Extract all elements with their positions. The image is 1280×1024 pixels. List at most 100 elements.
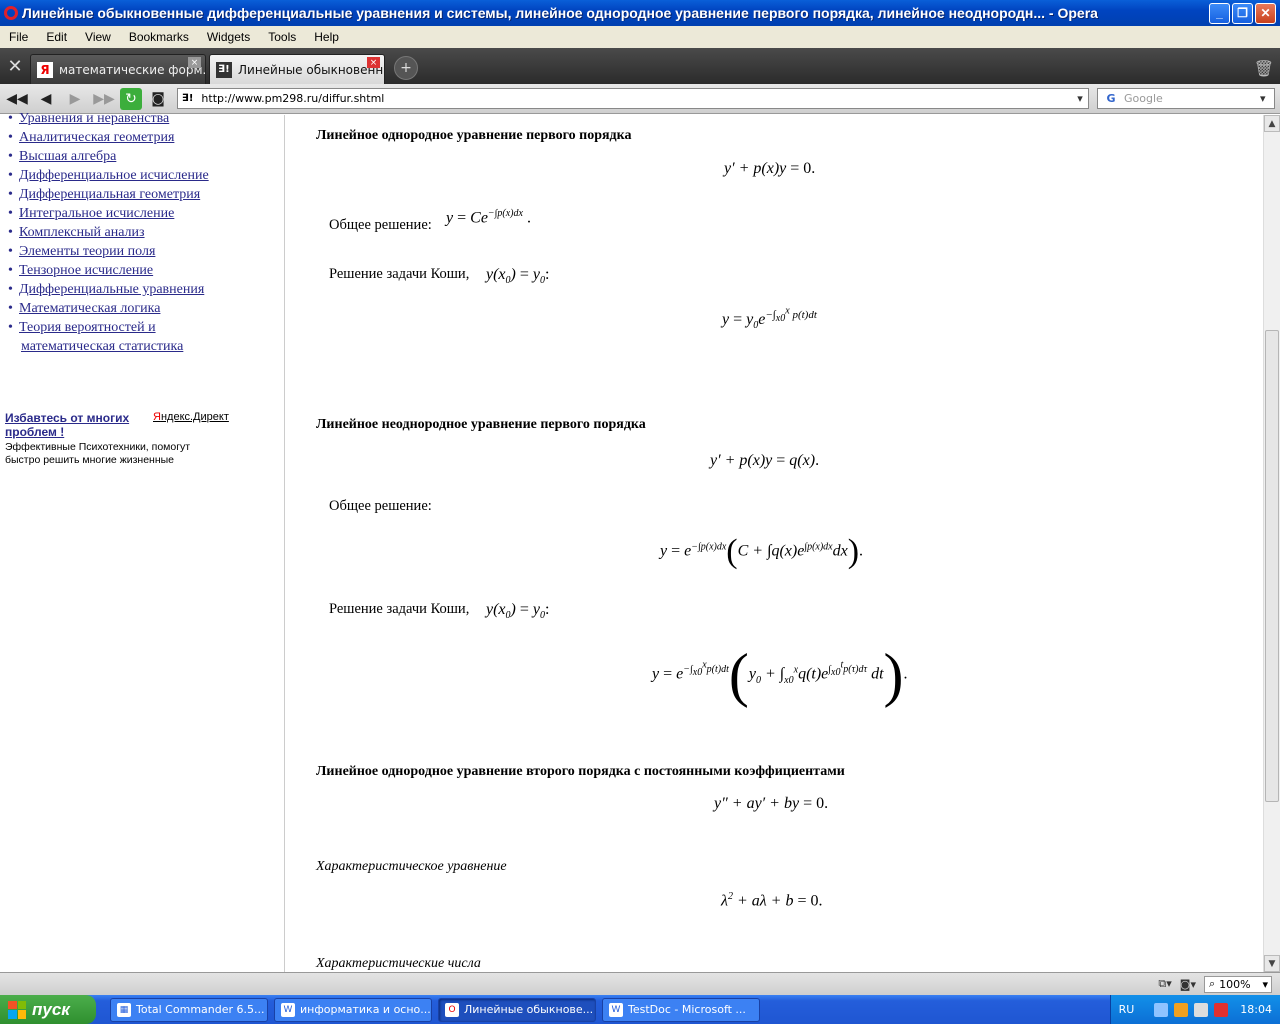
new-tab-button[interactable]: + [394,56,418,80]
sidebar-link[interactable]: Аналитическая геометрия [19,130,174,145]
sidebar-link[interactable]: Интегральное исчисление [19,206,174,221]
clock: 18:04 [1240,1003,1272,1016]
windows-logo-icon [8,1000,26,1019]
opera-icon: O [445,1002,459,1017]
sidebar-link[interactable]: Элементы теории поля [19,244,155,259]
list-item: • Аналитическая геометрия [8,130,175,145]
sidebar-link[interactable]: Дифференциальные уравнения [19,282,204,297]
list-item: • Дифференциальные уравнения [8,282,205,297]
chevron-down-icon[interactable]: ▾ [1072,92,1088,105]
trash-icon[interactable]: 🗑 [1254,59,1274,78]
tools-wrench-icon[interactable]: ✕ [0,48,30,84]
topic-list: • Уравнения и неравенства • Аналитическая … [8,109,209,356]
window-titlebar: Линейные обыкновенные дифференциальные у… [0,0,1280,26]
chevron-down-icon[interactable]: ▾ [1260,92,1274,105]
cauchy-label-1: Решение задачи Коши, [329,266,470,282]
scroll-thumb[interactable] [1265,330,1279,802]
list-item: • Высшая алгебра [8,149,117,164]
sidebar-link[interactable]: математическая статистика [21,339,183,354]
maximize-button[interactable]: ❐ [1232,2,1253,24]
formula-cauchy-1: y = y0e−∫x0x p(t)dt [722,305,817,332]
camera-icon[interactable]: ◙▾ [1180,978,1196,991]
taskbar: пуск ▦ Total Commander 6.5... Wинформатик… [0,995,1280,1024]
list-item: • Теория вероятностей и [8,320,156,335]
task-word-testdoc[interactable]: W TestDoc - Microsoft ... [602,997,760,1022]
ad-block: Избавтесь от многих проблем ! Яндекс.Дир… [5,411,275,467]
tab-yandex[interactable]: Я математические форм... × [30,54,206,84]
yandex-favicon-icon: Я [37,61,53,78]
tab-bar: ✕ Я математические форм... × ∃! Линейные… [0,48,1280,84]
fast-forward-icon[interactable]: ▶▶ [91,88,117,110]
task-label: Total Commander 6.5... [136,1003,265,1016]
site-icon: ∃! [182,93,194,104]
vertical-scrollbar[interactable]: ▲ ▼ [1263,115,1280,972]
ad-heading[interactable]: Избавтесь от многих проблем ! [5,411,140,439]
tab-close-icon[interactable]: × [367,57,380,68]
formula-general-solution-2: y = e−∫p(x)dx(C + ∫q(x)e∫p(x)dxdx). [660,533,864,570]
menu-widgets[interactable]: Widgets [198,30,259,44]
close-button[interactable]: ✕ [1255,2,1276,24]
antivirus-icon[interactable] [1214,1002,1229,1017]
google-icon[interactable]: G [1102,91,1120,107]
task-word-informatika[interactable]: Wинформатика и осно... [274,997,432,1022]
yandex-direct-link[interactable]: Яндекс.Директ [153,411,229,423]
sidebar-link[interactable]: Уравнения и неравенства [19,111,169,126]
rewind-icon[interactable]: ◀◀ [4,88,30,110]
list-item: • Математическая логика [8,301,161,316]
cauchy-label-2: Решение задачи Коши, [329,601,470,617]
sidebar: • Уравнения и неравенства • Аналитическая … [0,111,285,972]
status-bar: ⧉▾ ◙▾ ⌕ 100% ▾ [0,972,1280,995]
camera-icon[interactable]: ◙ [145,88,171,110]
zoom-level: 100% [1219,977,1251,991]
volume-icon[interactable] [1194,1002,1209,1017]
search-input[interactable]: G Google ▾ [1097,88,1275,109]
tab-close-icon[interactable]: × [188,57,201,68]
menu-tools[interactable]: Tools [259,30,305,44]
network-icon[interactable] [1154,1002,1169,1017]
list-item: • Тензорное исчисление [8,263,154,278]
heading-homogeneous: Линейное однородное уравнение первого по… [316,128,632,143]
zoom-control[interactable]: ⌕ 100% ▾ [1204,975,1272,993]
tab-diffur[interactable]: ∃! Линейные обыкновенн... × [209,54,385,84]
forward-icon[interactable]: ▶ [62,88,88,110]
list-item: • Элементы теории поля [8,244,156,259]
start-label: пуск [32,999,70,1019]
panel-toggle-icon[interactable]: ⧉▾ [1158,977,1171,991]
window-title: Линейные обыкновенные дифференциальные у… [22,5,1098,21]
menu-view[interactable]: View [76,30,120,44]
url-text: http://www.pm298.ru/diffur.shtml [201,92,385,105]
back-icon[interactable]: ◀ [33,88,59,110]
minimize-button[interactable]: _ [1209,2,1230,24]
chevron-down-icon[interactable]: ▾ [1262,978,1268,991]
word-icon: W [609,1002,623,1017]
menu-bookmarks[interactable]: Bookmarks [120,30,198,44]
magnifier-icon: ⌕ [1209,977,1216,990]
task-total-commander[interactable]: ▦ Total Commander 6.5... [110,997,268,1022]
task-label: информатика и осно... [300,1003,431,1016]
menu-edit[interactable]: Edit [37,30,76,44]
search-placeholder: Google [1124,92,1163,105]
sidebar-link[interactable]: Дифференциальное исчисление [19,168,209,183]
tab-label: математические форм... [59,62,206,77]
cauchy-condition-1: y(x0) = y0: [486,266,550,287]
task-label: Линейные обыкнове... [464,1003,594,1016]
sidebar-link[interactable]: Математическая логика [19,301,160,316]
reload-icon[interactable]: ↻ [120,87,142,110]
menu-file[interactable]: File [0,30,37,44]
task-opera[interactable]: O Линейные обыкнове... [438,997,596,1022]
sidebar-link[interactable]: Высшая алгебра [19,149,116,164]
list-item: • Комплексный анализ [8,225,145,240]
start-button[interactable]: пуск [0,995,96,1024]
sidebar-link[interactable]: Тензорное исчисление [19,263,153,278]
scroll-down-icon[interactable]: ▼ [1264,955,1280,972]
sidebar-link[interactable]: Дифференциальная геометрия [19,187,200,202]
heading-second-order: Линейное однородное уравнение второго по… [316,764,845,779]
address-field[interactable]: ∃! http://www.pm298.ru/diffur.shtml ▾ [177,88,1089,109]
heading-nonhomogeneous: Линейное неоднородное уравнение первого … [316,417,646,432]
sidebar-link[interactable]: Комплексный анализ [19,225,145,240]
menu-help[interactable]: Help [305,30,348,44]
scroll-up-icon[interactable]: ▲ [1264,115,1280,132]
language-indicator[interactable]: RU [1119,1003,1135,1016]
media-icon[interactable] [1174,1002,1189,1017]
sidebar-link[interactable]: Теория вероятностей и [19,320,156,335]
